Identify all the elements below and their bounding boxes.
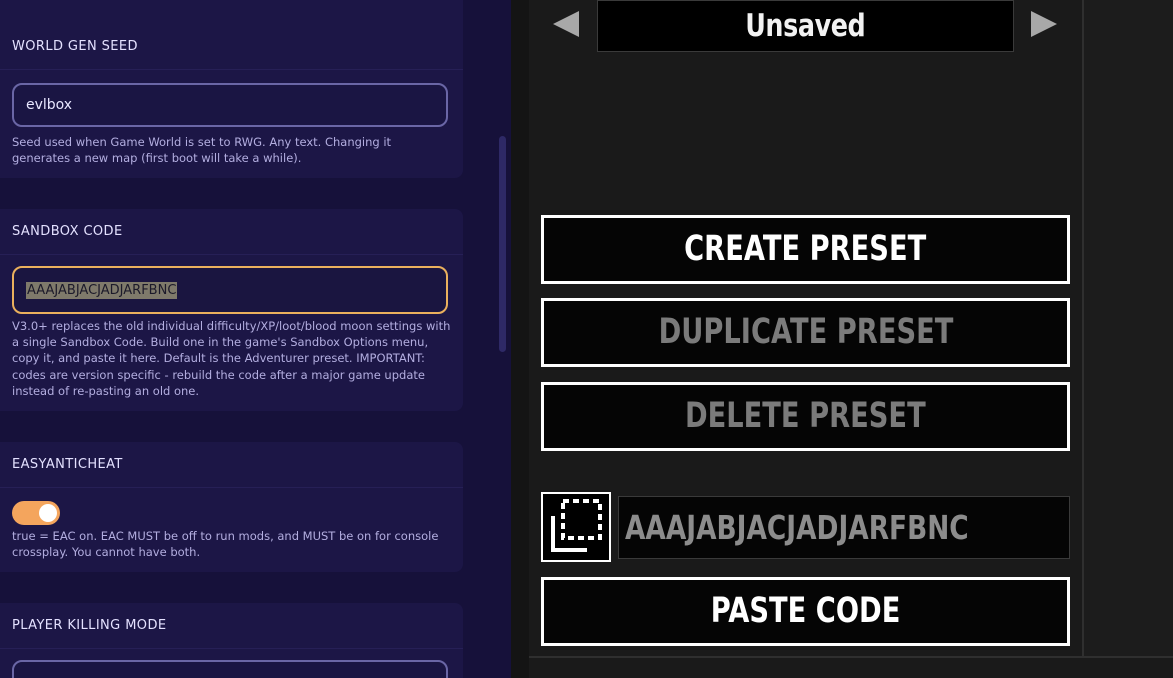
sandbox-code-text: AAAJABJACJADJARFBNC [625, 508, 969, 547]
card-divider [0, 254, 463, 255]
easyanticheat-card: EASYANTICHEAT true = EAC on. EAC MUST be… [0, 442, 463, 572]
right-margin [1084, 0, 1173, 656]
player-killing-mode-card: PLAYER KILLING MODE [0, 603, 463, 678]
bottom-strip [529, 656, 1173, 678]
copy-code-button[interactable] [541, 492, 611, 562]
delete-preset-button[interactable]: DELETE PRESET [541, 382, 1070, 451]
world-gen-seed-card: WORLD GEN SEED evlbox Seed used when Gam… [0, 0, 463, 178]
paste-code-label: PASTE CODE [710, 591, 901, 631]
card-divider [0, 69, 463, 70]
toggle-knob [39, 504, 57, 522]
copy-icon [551, 499, 602, 552]
paste-code-button[interactable]: PASTE CODE [541, 577, 1070, 646]
next-preset-icon[interactable] [1031, 11, 1057, 37]
sandbox-code-title: SANDBOX CODE [12, 224, 123, 239]
panel-divider [511, 0, 529, 678]
world-gen-seed-title: WORLD GEN SEED [12, 39, 138, 54]
easyanticheat-title: EASYANTICHEAT [12, 457, 123, 472]
settings-panel: WORLD GEN SEED evlbox Seed used when Gam… [0, 0, 511, 678]
sandbox-code-display: AAAJABJACJADJARFBNC [618, 496, 1070, 559]
world-gen-seed-input[interactable]: evlbox [12, 83, 448, 127]
player-killing-mode-title: PLAYER KILLING MODE [12, 618, 167, 633]
delete-preset-label: DELETE PRESET [685, 396, 926, 436]
world-gen-seed-help: Seed used when Game World is set to RWG.… [12, 135, 392, 166]
selected-text: AAAJABJACJADJARFBNC [26, 282, 178, 299]
easyanticheat-toggle[interactable] [12, 501, 60, 525]
settings-scrollbar[interactable] [499, 136, 506, 352]
card-divider [0, 648, 463, 649]
easyanticheat-help: true = EAC on. EAC MUST be off to run mo… [12, 529, 439, 560]
previous-preset-icon[interactable] [553, 11, 579, 37]
sandbox-code-card: SANDBOX CODE AAAJABJACJADJARFBNC V3.0+ r… [0, 209, 463, 411]
duplicate-preset-button[interactable]: DUPLICATE PRESET [541, 298, 1070, 367]
player-killing-mode-select[interactable] [12, 660, 448, 678]
preset-name-text: Unsaved [745, 8, 866, 44]
duplicate-preset-label: DUPLICATE PRESET [658, 312, 953, 352]
create-preset-label: CREATE PRESET [684, 229, 927, 269]
preset-name-display: Unsaved [597, 0, 1014, 52]
sandbox-code-help: V3.0+ replaces the old individual diffic… [12, 319, 451, 398]
card-divider [0, 487, 463, 488]
create-preset-button[interactable]: CREATE PRESET [541, 215, 1070, 284]
sandbox-code-input[interactable]: AAAJABJACJADJARFBNC [12, 266, 448, 314]
